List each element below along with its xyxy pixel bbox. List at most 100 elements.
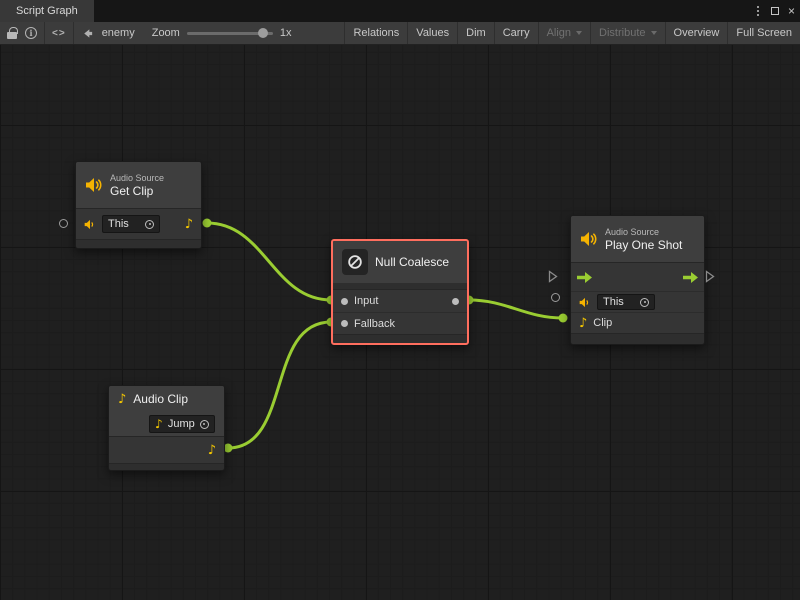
wire-getclip-to-input[interactable] [207,223,331,300]
zoom-slider[interactable] [187,32,273,35]
port-label: Fallback [354,318,395,330]
audio-source-icon [85,177,103,193]
input-port[interactable] [341,298,348,305]
toolbar-button-full-screen[interactable]: Full Screen [727,22,800,44]
button-label: Distribute [599,27,645,39]
toolbar-button-overview[interactable]: Overview [665,22,728,44]
this-field[interactable]: This [597,294,655,310]
button-label: Dim [466,27,486,39]
node-field-row: ♪ Jump [109,412,224,436]
window-menu-button[interactable] [749,0,766,22]
toolbar-button-align[interactable]: Align [538,22,590,44]
flow-out-triangle-icon[interactable] [705,270,715,283]
graph-breadcrumb[interactable]: enemy [74,22,142,44]
tab-bar: Script Graph × [0,0,800,22]
toolbar-code-group: <> [45,22,74,44]
port-row-output: ♪ [109,437,224,463]
node-title: Audio Clip [133,392,188,406]
wire-endpoint[interactable] [559,314,568,323]
toolbar-button-dim[interactable]: Dim [457,22,494,44]
node-title: Play One Shot [605,238,682,252]
port-row-input: Input [333,290,467,312]
zoom-slider-handle[interactable] [258,28,268,38]
wire-audioclip-to-fallback[interactable] [228,322,331,448]
dropdown-arrow-icon [651,31,657,35]
button-label: Full Screen [736,27,792,39]
object-picker-icon[interactable] [145,220,154,229]
node-footer [76,240,201,248]
script-graph-window: Script Graph × i <> enemy Zoom [0,0,800,600]
node-footer [333,335,467,343]
speaker-icon [579,297,591,308]
kebab-menu-icon [757,6,759,16]
tab-script-graph[interactable]: Script Graph [0,0,94,22]
music-note-icon: ♪ [579,317,587,330]
port-label: Input [354,295,378,307]
toolbar-button-relations[interactable]: Relations [344,22,407,44]
button-label: Relations [353,27,399,39]
music-note-icon: ♪ [155,418,163,431]
tab-bar-spacer [94,0,749,22]
play-one-shot-target-port[interactable] [551,293,560,302]
port-row-flow [571,263,704,291]
graph-canvas[interactable]: Audio Source Get Clip This ♪ [0,45,800,600]
get-clip-target-port[interactable] [59,219,68,228]
audio-clip-field[interactable]: ♪ Jump [149,415,215,433]
this-field-value: This [108,218,129,230]
toolbar-button-values[interactable]: Values [407,22,457,44]
button-label: Align [547,27,571,39]
zoom-control: Zoom 1x [142,22,302,44]
close-button[interactable]: × [783,0,800,22]
this-field-value: This [603,296,624,308]
music-note-icon: ♪ [185,218,193,231]
node-header: Null Coalesce [333,241,467,283]
close-icon: × [788,4,795,18]
port-row-clip: ♪ Clip [571,312,704,333]
fallback-port[interactable] [341,320,348,327]
music-note-icon: ♪ [208,444,216,457]
node-footer [109,464,224,470]
this-field[interactable]: This [102,215,160,233]
flow-in-port[interactable] [577,272,592,283]
graph-asset-icon [81,27,94,40]
object-picker-icon[interactable] [640,298,649,307]
wire-nullcoalesce-to-clip[interactable] [469,300,563,318]
button-label: Overview [674,27,720,39]
toolbar-button-carry[interactable]: Carry [494,22,538,44]
code-icon[interactable]: <> [52,28,66,39]
speaker-icon [84,219,96,230]
output-port[interactable] [452,298,459,305]
button-label: Carry [503,27,530,39]
node-title: Null Coalesce [375,255,449,269]
object-picker-icon[interactable] [200,420,209,429]
audio-source-icon [580,231,598,247]
node-footer [571,334,704,344]
info-icon[interactable]: i [25,27,37,39]
node-audio-clip[interactable]: ♪ Audio Clip ♪ Jump ♪ [108,385,225,471]
lock-icon[interactable] [7,32,17,39]
node-play-one-shot[interactable]: Audio Source Play One Shot [570,215,705,345]
node-category: Audio Source [110,173,164,184]
audio-clip-field-value: Jump [168,418,195,430]
port-row-this: This ♪ [76,209,201,239]
port-label: Clip [593,317,612,329]
toolbar-button-distribute[interactable]: Distribute [590,22,664,44]
zoom-value: 1x [280,27,292,39]
audio-clip-icon: ♪ [118,393,126,406]
flow-in-triangle-icon[interactable] [548,270,558,283]
toolbar-left-icons: i [0,22,45,44]
dropdown-arrow-icon [576,31,582,35]
flow-out-port[interactable] [683,272,698,283]
port-row-this: This [571,291,704,312]
null-coalesce-icon [342,249,368,275]
maximize-button[interactable] [766,0,783,22]
node-header: ♪ Audio Clip [109,386,224,412]
node-get-clip[interactable]: Audio Source Get Clip This ♪ [75,161,202,249]
node-null-coalesce[interactable]: Null Coalesce Input Fallback [331,239,469,345]
wire-endpoint[interactable] [203,219,212,228]
node-title: Get Clip [110,184,164,198]
zoom-label: Zoom [152,27,180,39]
tab-title: Script Graph [16,5,78,17]
port-row-fallback: Fallback [333,312,467,334]
node-category: Audio Source [605,227,682,238]
